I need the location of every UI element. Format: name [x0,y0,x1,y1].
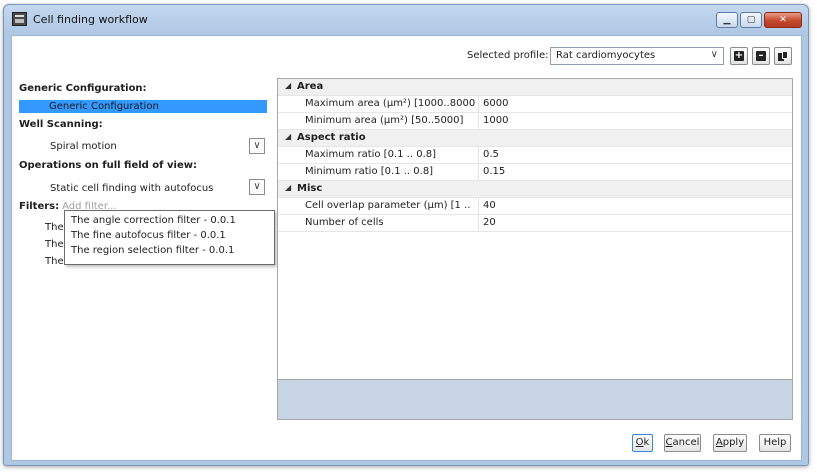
filter-suggestion-popup: The angle correction filter - 0.0.1 The … [64,210,275,265]
category-label: Misc [297,183,323,194]
column-divider [478,96,479,112]
category-area[interactable]: ◢ Area [278,79,792,96]
category-label: Aspect ratio [297,132,366,143]
add-profile-icon: + [734,50,744,61]
main-window: Cell finding workflow ▁ ▢ ✕ Selected pro… [3,4,809,466]
property-name: Maximum area (µm²) [1000..800000] [305,98,475,109]
property-value[interactable]: 20 [483,217,496,228]
property-name: Number of cells [305,217,384,228]
category-label: Area [297,81,324,92]
chevron-down-icon: ∨ [253,140,261,151]
selected-profile-label: Selected profile: [467,50,549,61]
chevron-down-icon: ∨ [253,181,261,192]
property-row[interactable]: Cell overlap parameter (µm) [1 .. 100] 4… [278,198,792,215]
property-value[interactable]: 1000 [483,115,508,126]
column-divider [478,164,479,180]
title-bar[interactable]: Cell finding workflow ▁ ▢ ✕ [4,5,808,35]
property-row[interactable]: Maximum ratio [0.1 .. 0.8] 0.5 [278,147,792,164]
property-value[interactable]: 0.15 [483,166,505,177]
remove-profile-button[interactable]: – [752,47,770,65]
operations-heading: Operations on full field of view: [19,160,197,171]
cancel-button[interactable]: Cancel [664,434,701,452]
column-divider [478,215,479,231]
expand-triangle-icon[interactable]: ◢ [285,81,291,90]
filters-label: Filters: [19,201,60,212]
expand-triangle-icon[interactable]: ◢ [285,132,291,141]
close-button[interactable]: ✕ [764,12,802,28]
well-scanning-dropdown-button[interactable]: ∨ [249,138,265,154]
copy-profile-button[interactable] [774,47,792,65]
window-title: Cell finding workflow [33,13,148,26]
column-divider [478,147,479,163]
cancel-button-access-key: C [665,437,673,448]
minimize-button[interactable]: ▁ [716,12,738,28]
apply-button[interactable]: Apply [713,434,747,452]
minimize-icon: ▁ [723,15,731,25]
filter-suggestion-item[interactable]: The fine autofocus filter - 0.0.1 [71,230,226,241]
ok-button[interactable]: Ok [632,434,653,452]
profile-dropdown-value: Rat cardiomyocytes [556,50,656,61]
property-row[interactable]: Number of cells 20 [278,215,792,232]
add-profile-button[interactable]: + [730,47,748,65]
filter-item[interactable]: The [45,239,64,250]
operations-value[interactable]: Static cell finding with autofocus [50,183,213,194]
property-value[interactable]: 40 [483,200,496,211]
filter-suggestion-item[interactable]: The region selection filter - 0.0.1 [71,245,234,256]
generic-configuration-heading: Generic Configuration: [19,83,147,94]
cancel-button-label: ancel [672,437,700,448]
property-row[interactable]: Minimum area (µm²) [50..5000] 1000 [278,113,792,130]
property-name: Minimum area (µm²) [50..5000] [305,115,464,126]
category-aspect-ratio[interactable]: ◢ Aspect ratio [278,130,792,147]
apply-button-access-key: A [715,437,723,448]
ok-button-access-key: O [635,437,644,448]
well-scanning-heading: Well Scanning: [19,119,103,130]
generic-configuration-item[interactable]: Generic Configuration [19,100,267,113]
copy-profile-icon [778,51,788,61]
expand-triangle-icon[interactable]: ◢ [285,183,291,192]
ok-button-label: k [643,437,650,448]
apply-button-label: pply [722,437,745,448]
dialog-client-area: Selected profile: Rat cardiomyocytes ∨ +… [11,35,802,461]
category-misc[interactable]: ◢ Misc [278,181,792,198]
profile-dropdown[interactable]: Rat cardiomyocytes ∨ [550,47,724,65]
filter-item[interactable]: The [45,256,64,267]
property-name: Cell overlap parameter (µm) [1 .. 100] [305,200,475,211]
column-divider [478,113,479,129]
property-value[interactable]: 0.5 [483,149,499,160]
maximize-button[interactable]: ▢ [740,12,762,28]
property-description-panel [278,379,792,419]
close-icon: ✕ [779,15,787,25]
property-name: Maximum ratio [0.1 .. 0.8] [305,149,437,160]
remove-profile-icon: – [756,51,766,61]
property-row[interactable]: Minimum ratio [0.1 .. 0.8] 0.15 [278,164,792,181]
maximize-icon: ▢ [746,15,756,25]
app-icon [12,12,27,26]
property-grid: ◢ Area Maximum area (µm²) [1000..800000]… [277,78,793,420]
property-value[interactable]: 6000 [483,98,508,109]
operations-dropdown-button[interactable]: ∨ [249,179,265,195]
property-name: Minimum ratio [0.1 .. 0.8] [305,166,434,177]
property-row[interactable]: Maximum area (µm²) [1000..800000] 6000 [278,96,792,113]
well-scanning-value[interactable]: Spiral motion [50,141,117,152]
filter-suggestion-item[interactable]: The angle correction filter - 0.0.1 [71,215,236,226]
filter-item[interactable]: The [45,222,64,233]
chevron-down-icon: ∨ [710,49,718,60]
column-divider [478,198,479,214]
help-button[interactable]: Help [759,434,791,452]
